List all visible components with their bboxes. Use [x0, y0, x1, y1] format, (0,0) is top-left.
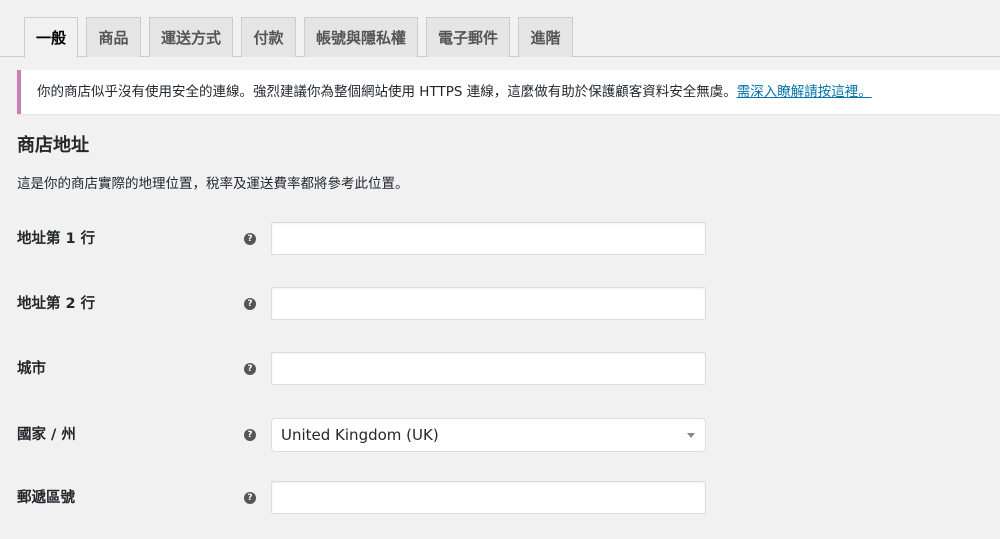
address2-label: 地址第 2 行: [17, 296, 96, 312]
help-icon[interactable]: ?: [244, 363, 256, 375]
form-row-city: 城市 ?: [0, 352, 1000, 386]
form-row-address1: 地址第 1 行 ?: [0, 222, 1000, 256]
section-title: 商店地址: [17, 135, 89, 156]
section-description: 這是你的商店實際的地理位置，稅率及運送費率都將參考此位置。: [17, 176, 409, 192]
notice-text: 你的商店似乎沒有使用安全的連線。強烈建議你為整個網站使用 HTTPS 連線，這麼…: [37, 84, 737, 100]
chevron-down-icon: [687, 433, 695, 438]
https-warning-notice: 你的商店似乎沒有使用安全的連線。強烈建議你為整個網站使用 HTTPS 連線，這麼…: [17, 70, 1000, 114]
learn-more-link[interactable]: 需深入瞭解請按這裡。: [737, 84, 872, 100]
help-icon[interactable]: ?: [244, 429, 256, 441]
help-icon[interactable]: ?: [244, 233, 256, 245]
country-select[interactable]: United Kingdom (UK): [271, 418, 706, 452]
city-label: 城市: [17, 361, 46, 377]
country-label: 國家 / 州: [17, 427, 76, 443]
settings-tabs: 一般 商品 運送方式 付款 帳號與隱私權 電子郵件 進階: [0, 0, 1000, 58]
help-icon[interactable]: ?: [244, 298, 256, 310]
postcode-input[interactable]: [271, 481, 706, 514]
tab-emails[interactable]: 電子郵件: [426, 17, 510, 57]
tab-advanced[interactable]: 進階: [518, 17, 573, 57]
form-row-postcode: 郵遞區號 ?: [0, 481, 1000, 515]
form-row-address2: 地址第 2 行 ?: [0, 287, 1000, 321]
address1-label: 地址第 1 行: [17, 231, 96, 247]
address2-input[interactable]: [271, 287, 706, 320]
tab-payments[interactable]: 付款: [241, 17, 296, 57]
postcode-label: 郵遞區號: [17, 490, 75, 506]
tab-accounts-privacy[interactable]: 帳號與隱私權: [304, 17, 418, 57]
form-row-country: 國家 / 州 ? United Kingdom (UK): [0, 418, 1000, 452]
tab-products[interactable]: 商品: [86, 17, 141, 57]
address1-input[interactable]: [271, 222, 706, 255]
tab-general[interactable]: 一般: [24, 17, 78, 58]
city-input[interactable]: [271, 352, 706, 385]
help-icon[interactable]: ?: [244, 492, 256, 504]
tab-shipping[interactable]: 運送方式: [149, 17, 233, 57]
country-selected-value: United Kingdom (UK): [281, 426, 439, 444]
